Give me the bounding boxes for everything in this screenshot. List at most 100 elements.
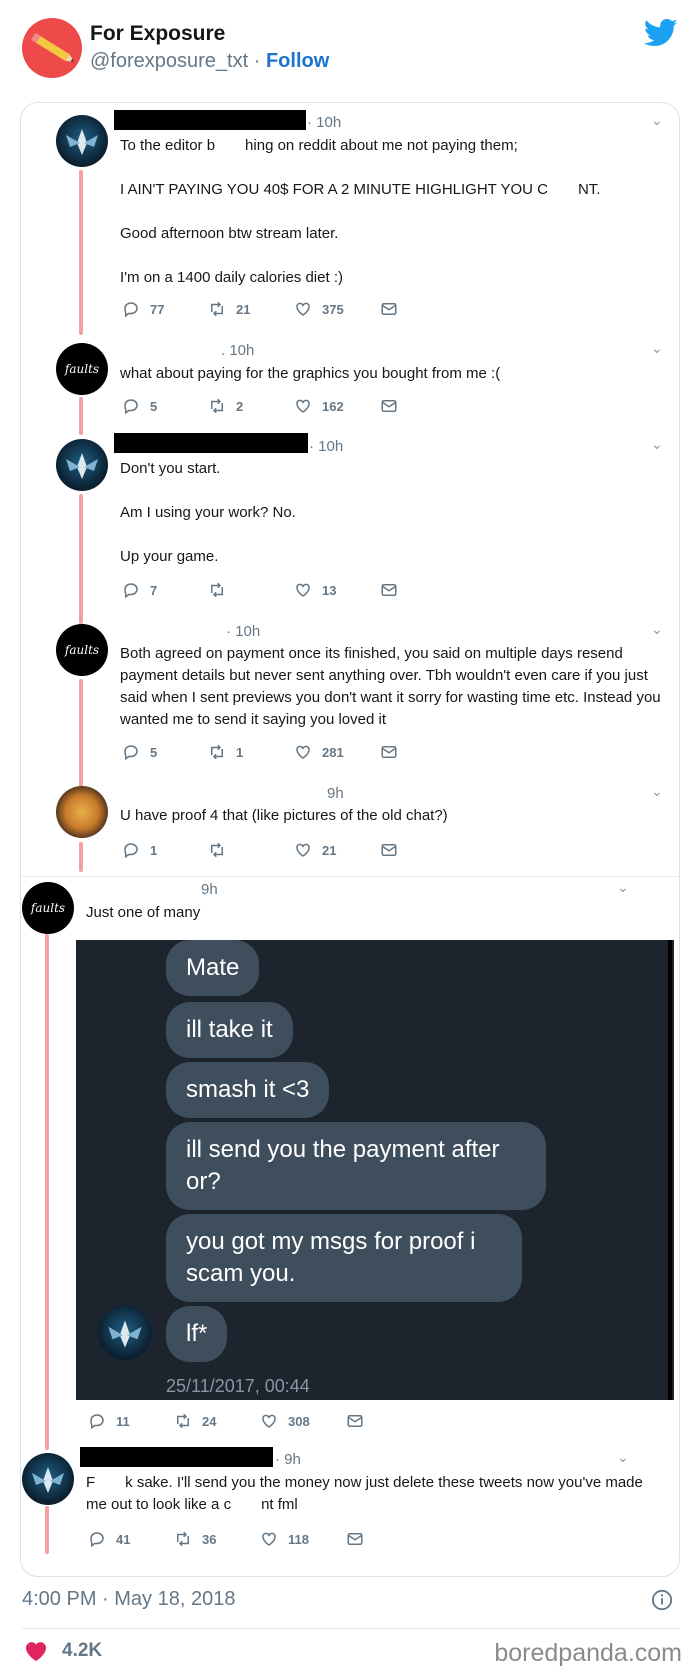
- reply-button[interactable]: 5: [122, 397, 208, 415]
- tweet-time[interactable]: . 10h: [221, 342, 254, 359]
- mail-icon: [381, 400, 397, 412]
- share-button[interactable]: [346, 1412, 376, 1430]
- like-count: 375: [322, 301, 344, 317]
- chevron-down-icon[interactable]: ⌄: [651, 112, 663, 129]
- heart-icon: [296, 583, 310, 597]
- like-button[interactable]: 118: [260, 1530, 346, 1548]
- mail-icon: [347, 1415, 363, 1427]
- retweet-button[interactable]: [208, 841, 294, 859]
- tweet-paragraph: Just one of many: [86, 904, 201, 921]
- tweet-text: U have proof 4 that (like pictures of th…: [120, 805, 665, 827]
- tweet-paragraph: Up your game.: [120, 548, 219, 565]
- tweet-time[interactable]: · 10h: [309, 438, 343, 455]
- retweet-button[interactable]: 2: [208, 397, 294, 415]
- logo-icon: [108, 1320, 142, 1348]
- reply-button[interactable]: 11: [88, 1412, 174, 1430]
- chevron-down-icon[interactable]: ⌄: [651, 340, 663, 357]
- reply-icon: [124, 745, 138, 761]
- user-avatar[interactable]: faults: [22, 882, 74, 934]
- user-avatar[interactable]: [56, 115, 108, 167]
- chevron-down-icon[interactable]: ⌄: [617, 1449, 629, 1466]
- thread-line: [45, 1506, 49, 1554]
- tweet-paragraph: Good afternoon btw stream later.: [120, 225, 339, 242]
- like-button[interactable]: 21: [294, 841, 380, 859]
- retweet-icon: [211, 842, 223, 858]
- pencil-icon: [31, 32, 75, 62]
- thread-line: [79, 842, 83, 872]
- like-count: 118: [288, 1531, 309, 1547]
- chevron-down-icon[interactable]: ⌄: [651, 621, 663, 638]
- info-icon[interactable]: [651, 1589, 673, 1611]
- tweet-time[interactable]: 9h: [201, 881, 218, 898]
- like-button[interactable]: 13: [294, 581, 380, 599]
- reply-button[interactable]: 41: [88, 1530, 174, 1548]
- retweet-count: 21: [236, 301, 251, 317]
- redacted-username: [114, 110, 306, 130]
- tweet-paragraph: U have proof 4 that (like pictures of th…: [120, 807, 448, 824]
- reply-button[interactable]: 7: [122, 581, 208, 599]
- user-avatar[interactable]: faults: [56, 624, 108, 676]
- chat-bubble: smash it <3: [166, 1062, 330, 1118]
- account-avatar[interactable]: [22, 18, 82, 78]
- like-total: 4.2K: [62, 1640, 103, 1661]
- tweet-text: Just one of many: [86, 902, 646, 924]
- reply-button[interactable]: 77: [122, 300, 208, 318]
- section-divider: [21, 876, 679, 877]
- chat-bubble: you got my msgs for proof i scam you.: [166, 1214, 522, 1302]
- user-avatar[interactable]: [56, 786, 108, 838]
- heart-icon: [296, 302, 310, 316]
- retweet-icon: [211, 582, 223, 598]
- tweet-paragraph: Both agreed on payment once its finished…: [120, 645, 661, 728]
- share-button[interactable]: [380, 300, 410, 318]
- logo-icon: [32, 1467, 64, 1493]
- share-button[interactable]: [380, 841, 410, 859]
- account-name[interactable]: For Exposure: [90, 22, 225, 46]
- reply-button[interactable]: 1: [122, 841, 208, 859]
- mail-icon: [381, 844, 397, 856]
- tweet-time[interactable]: · 9h: [275, 1451, 301, 1468]
- user-avatar[interactable]: [22, 1453, 74, 1505]
- chevron-down-icon[interactable]: ⌄: [651, 783, 663, 800]
- like-count: 162: [322, 398, 344, 414]
- user-avatar[interactable]: faults: [56, 343, 108, 395]
- retweet-button[interactable]: 21: [208, 300, 294, 318]
- share-button[interactable]: [380, 743, 410, 761]
- account-handle-line: @forexposure_txt · Follow: [90, 50, 329, 73]
- tweet-text: Don't you start. Am I using your work? N…: [120, 458, 665, 568]
- share-button[interactable]: [380, 397, 410, 415]
- tweet-paragraph: Am I using your work? No.: [120, 504, 296, 521]
- thread-line: [79, 679, 83, 787]
- like-button[interactable]: 162: [294, 397, 380, 415]
- thread-line: [79, 494, 83, 624]
- tweet-actions: 5 2 162: [122, 397, 410, 415]
- twitter-bird-icon[interactable]: [644, 18, 678, 48]
- account-handle[interactable]: @forexposure_txt: [90, 50, 248, 72]
- chevron-down-icon[interactable]: ⌄: [651, 436, 663, 453]
- reply-button[interactable]: 5: [122, 743, 208, 761]
- retweet-button[interactable]: 1: [208, 743, 294, 761]
- like-summary[interactable]: 4.2K: [24, 1640, 102, 1662]
- tweet-time[interactable]: · 10h: [307, 114, 341, 131]
- reply-count: 5: [150, 744, 158, 760]
- chat-bubble: ill take it: [166, 1002, 293, 1058]
- retweet-icon: [211, 301, 223, 317]
- retweet-button[interactable]: [208, 581, 294, 599]
- follow-button[interactable]: Follow: [266, 50, 329, 72]
- like-button[interactable]: 281: [294, 743, 380, 761]
- like-button[interactable]: 375: [294, 300, 380, 318]
- retweet-button[interactable]: 24: [174, 1412, 260, 1430]
- tweet-time[interactable]: · 10h: [226, 623, 260, 640]
- heart-icon: [25, 1642, 47, 1661]
- share-button[interactable]: [380, 581, 410, 599]
- tweet-time[interactable]: 9h: [327, 785, 344, 802]
- retweet-button[interactable]: 36: [174, 1530, 260, 1548]
- chat-screenshot-image[interactable]: Mate ill take it smash it <3 ill send yo…: [76, 940, 674, 1400]
- post-timestamp[interactable]: 4:00 PM · May 18, 2018: [22, 1588, 235, 1611]
- like-count: 21: [322, 842, 337, 858]
- heart-icon: [262, 1414, 276, 1428]
- share-button[interactable]: [346, 1530, 376, 1548]
- like-button[interactable]: 308: [260, 1412, 346, 1430]
- chevron-down-icon[interactable]: ⌄: [617, 879, 629, 896]
- user-avatar[interactable]: [56, 439, 108, 491]
- tweet-actions: 11 24 308: [88, 1412, 376, 1430]
